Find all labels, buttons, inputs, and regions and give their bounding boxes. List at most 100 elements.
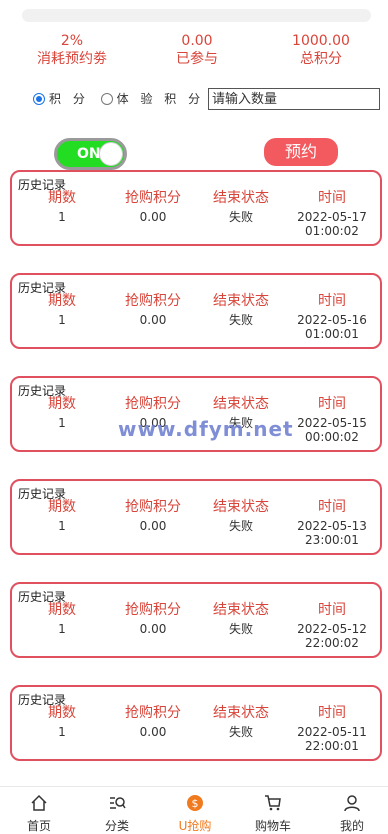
svg-text:$: $: [192, 797, 199, 810]
col-status: 结束状态 失败: [196, 498, 286, 533]
cart-icon: [243, 793, 303, 813]
cell-period: 1: [58, 622, 66, 636]
on-off-toggle[interactable]: ON: [54, 138, 127, 170]
cell-points: 0.00: [139, 210, 167, 224]
cell-period: 1: [58, 416, 66, 430]
stat-participated: 0.00 已参与: [137, 32, 257, 68]
reserve-button[interactable]: 预约: [264, 138, 338, 166]
record-card: 历史记录 期数 1 抢购积分 0.00 结束状态 失败 时间 2022-05-17 01:00:…: [10, 170, 382, 246]
stat-total-points: 1000.00 总积分: [261, 32, 381, 68]
tab-category[interactable]: 分类: [87, 793, 147, 834]
record-card: 历史记录 期数 1 抢购积分 0.00 结束状态 失败 时间 2022-05-13 23:00:…: [10, 479, 382, 555]
col-points: 抢购积分 0.00: [108, 189, 198, 224]
col-time: 时间 2022-05-12 22:00:02: [287, 601, 377, 650]
stat-total-points-label: 总积分: [300, 51, 342, 67]
cell-period: 1: [58, 313, 66, 327]
col-status: 结束状态 失败: [196, 704, 286, 739]
stat-coupon-label: 消耗预约劵: [37, 51, 107, 67]
col-time: 时间 2022-05-17 01:00:02: [287, 189, 377, 238]
quantity-input[interactable]: [208, 88, 380, 110]
cell-points: 0.00: [139, 725, 167, 739]
header-period: 期数: [48, 499, 76, 515]
tab-rush-buy[interactable]: $ U抢购: [165, 793, 225, 834]
cell-time: 2022-05-13 23:00:01: [297, 519, 367, 547]
cell-points: 0.00: [139, 313, 167, 327]
col-points: 抢购积分 0.00: [108, 601, 198, 636]
header-time: 时间: [318, 602, 346, 618]
header-period: 期数: [48, 705, 76, 721]
col-status: 结束状态 失败: [196, 292, 286, 327]
cell-time: 2022-05-15 00:00:02: [297, 416, 367, 444]
cell-status: 失败: [228, 313, 253, 327]
col-period: 期数 1: [17, 704, 107, 739]
cell-points: 0.00: [139, 622, 167, 636]
cell-points: 0.00: [139, 519, 167, 533]
header-time: 时间: [318, 293, 346, 309]
stat-coupon-value: 2%: [60, 33, 84, 49]
cell-time: 2022-05-12 22:00:02: [297, 622, 367, 650]
header-points: 抢购积分: [125, 602, 181, 618]
header-points: 抢购积分: [125, 190, 181, 206]
header-status: 结束状态: [213, 705, 269, 721]
radio-points-label: 积 分: [49, 92, 89, 106]
header-points: 抢购积分: [125, 705, 181, 721]
stat-total-points-value: 1000.00: [292, 33, 350, 49]
header-status: 结束状态: [213, 190, 269, 206]
header-time: 时间: [318, 705, 346, 721]
record-card: 历史记录 期数 1 抢购积分 0.00 结束状态 失败 时间 2022-05-16 01:00:…: [10, 273, 382, 349]
col-period: 期数 1: [17, 395, 107, 430]
col-period: 期数 1: [17, 498, 107, 533]
col-period: 期数 1: [17, 601, 107, 636]
tab-home[interactable]: 首页: [9, 793, 69, 834]
header-status: 结束状态: [213, 293, 269, 309]
header-time: 时间: [318, 396, 346, 412]
radio-trial-points-label: 体 验 积 分: [116, 92, 205, 106]
col-status: 结束状态 失败: [196, 189, 286, 224]
radio-trial-points[interactable]: [100, 92, 113, 105]
toggle-label: ON: [77, 146, 101, 162]
tab-rush-buy-label: U抢购: [178, 819, 212, 833]
header-period: 期数: [48, 293, 76, 309]
col-points: 抢购积分 0.00: [108, 704, 198, 739]
stat-participated-label: 已参与: [176, 51, 218, 67]
col-time: 时间 2022-05-16 01:00:01: [287, 292, 377, 341]
header-points: 抢购积分: [125, 396, 181, 412]
radio-points[interactable]: [33, 92, 45, 105]
col-time: 时间 2022-05-11 22:00:01: [287, 704, 377, 753]
cell-time: 2022-05-16 01:00:01: [297, 313, 367, 341]
tab-category-label: 分类: [104, 819, 129, 833]
cell-time: 2022-05-11 22:00:01: [297, 725, 367, 753]
home-icon: [9, 793, 69, 813]
col-points: 抢购积分 0.00: [108, 498, 198, 533]
bottom-tab-bar: 首页 分类 $ U抢购 购物车 我的: [0, 786, 388, 833]
header-period: 期数: [48, 602, 76, 618]
col-points: 抢购积分 0.00: [108, 292, 198, 327]
cell-time: 2022-05-17 01:00:02: [297, 210, 367, 238]
stat-coupon: 2% 消耗预约劵: [12, 32, 132, 68]
user-icon: [322, 793, 382, 813]
coin-icon: $: [165, 793, 225, 813]
col-period: 期数 1: [17, 292, 107, 327]
points-type-radio-group: 积 分 体 验 积 分: [33, 90, 212, 108]
category-search-icon: [87, 793, 147, 813]
toggle-knob: [99, 142, 123, 166]
cell-period: 1: [58, 725, 66, 739]
watermark: www.dfym.net: [118, 417, 294, 441]
col-period: 期数 1: [17, 189, 107, 224]
header-period: 期数: [48, 396, 76, 412]
tab-mine[interactable]: 我的: [322, 793, 382, 834]
stat-participated-value: 0.00: [181, 33, 213, 49]
header-period: 期数: [48, 190, 76, 206]
header-points: 抢购积分: [125, 293, 181, 309]
tab-home-label: 首页: [26, 819, 51, 833]
header-status: 结束状态: [213, 602, 269, 618]
record-card: 历史记录 期数 1 抢购积分 0.00 结束状态 失败 时间 2022-05-11 22:00:…: [10, 685, 382, 761]
top-scroll-bar: [22, 9, 371, 22]
header-points: 抢购积分: [125, 499, 181, 515]
tab-cart[interactable]: 购物车: [243, 793, 303, 834]
record-card: 历史记录 期数 1 抢购积分 0.00 结束状态 失败 时间 2022-05-12 22:00:…: [10, 582, 382, 658]
tab-cart-label: 购物车: [254, 819, 291, 833]
header-status: 结束状态: [213, 396, 269, 412]
cell-status: 失败: [228, 622, 253, 636]
tab-mine-label: 我的: [339, 819, 364, 833]
